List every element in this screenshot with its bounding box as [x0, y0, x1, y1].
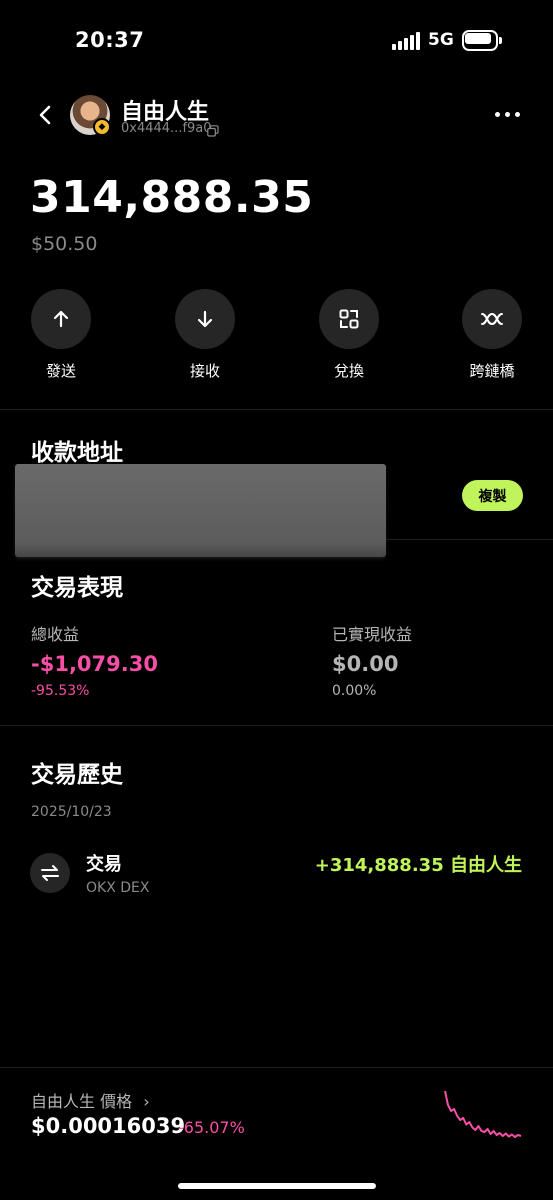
network-type: 5G [428, 30, 454, 50]
bridge-icon [462, 289, 522, 349]
balance-usd-value: $50.50 [31, 233, 98, 255]
transaction-title[interactable]: 交易 [86, 850, 122, 876]
divider [386, 539, 553, 540]
battery-icon [462, 30, 502, 51]
signal-icon [392, 32, 420, 50]
realized-profit-value: $0.00 [332, 652, 399, 676]
history-date: 2025/10/23 [31, 804, 112, 820]
price-label: 自由人生 價格 [31, 1092, 133, 1111]
sparkline-series [444, 1090, 522, 1138]
receive-address-title: 收款地址 [31, 440, 123, 466]
chain-badge-icon: ◆ [93, 118, 111, 136]
redacted-address-block [15, 464, 386, 557]
status-time: 20:37 [75, 28, 145, 52]
wallet-address: 0x4444...f9a0 [121, 121, 212, 136]
total-profit-label: 總收益 [31, 625, 80, 644]
back-icon[interactable] [34, 102, 58, 128]
chevron-right-icon: › [143, 1092, 150, 1111]
divider [0, 1067, 553, 1068]
bridge-button[interactable]: 跨鏈橋 [452, 289, 532, 381]
performance-title: 交易表現 [31, 575, 123, 601]
bridge-label: 跨鏈橋 [469, 362, 515, 380]
arrow-down-icon [175, 289, 235, 349]
divider [0, 725, 553, 726]
token-price: $0.00016039 [31, 1114, 186, 1138]
more-options-icon[interactable] [495, 112, 520, 117]
transaction-amount: +314,888.35 自由人生 [314, 855, 522, 876]
divider [0, 409, 553, 410]
total-profit-value: -$1,079.30 [31, 652, 158, 676]
swap-arrows-icon [30, 853, 70, 893]
transaction-source: OKX DEX [86, 880, 150, 896]
copy-address-icon[interactable] [207, 122, 219, 137]
send-label: 發送 [45, 362, 76, 380]
total-profit-percent: -95.53% [31, 683, 90, 699]
token-balance: 314,888.35 [30, 172, 314, 223]
swap-button[interactable]: 兌換 [309, 289, 389, 381]
swap-label: 兌換 [333, 362, 364, 380]
home-indicator[interactable] [178, 1183, 376, 1189]
realized-profit-percent: 0.00% [332, 683, 377, 699]
price-sparkline [444, 1090, 522, 1138]
realized-profit-label: 已實現收益 [332, 625, 413, 644]
copy-button[interactable]: 複製 [462, 480, 523, 511]
send-button[interactable]: 發送 [21, 289, 101, 381]
history-title: 交易歷史 [31, 762, 123, 788]
receive-button[interactable]: 接收 [165, 289, 245, 381]
price-link[interactable]: 自由人生 價格 › [31, 1088, 150, 1112]
receive-label: 接收 [189, 362, 220, 380]
swap-grid-icon [319, 289, 379, 349]
price-change: -65.07% [178, 1118, 245, 1137]
arrow-up-icon [31, 289, 91, 349]
